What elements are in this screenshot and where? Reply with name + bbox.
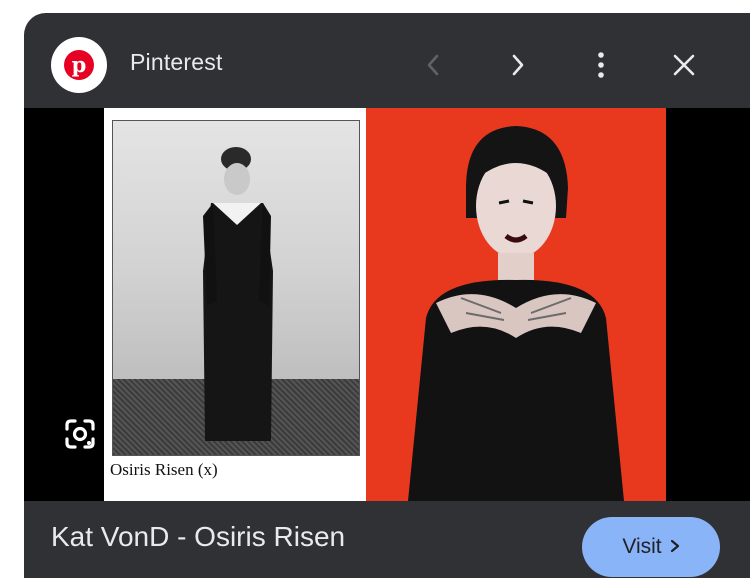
previous-button[interactable] <box>412 43 456 87</box>
chevron-right-icon <box>670 535 680 559</box>
vintage-photo <box>112 120 360 456</box>
viewer-header: p Pinterest <box>24 13 750 108</box>
viewer-footer: Kat VonD - Osiris Risen Visit <box>24 501 750 578</box>
close-icon <box>673 54 695 76</box>
chevron-left-icon <box>427 54 439 76</box>
more-options-button[interactable] <box>579 43 623 87</box>
pinterest-logo-letter: p <box>64 50 94 80</box>
pinterest-logo-icon[interactable]: p <box>51 37 107 93</box>
photo-caption: Osiris Risen (x) <box>110 460 218 479</box>
vintage-photo-panel: Osiris Risen (x) <box>104 108 366 501</box>
image-viewer-panel: p Pinterest Osiris Risen (x) Kat VonD - … <box>24 13 750 578</box>
google-lens-icon <box>65 419 95 449</box>
portrait-figure <box>408 126 624 501</box>
google-lens-button[interactable] <box>58 412 102 456</box>
source-site-name[interactable]: Pinterest <box>130 49 223 76</box>
portrait-photo-panel <box>366 108 666 501</box>
more-vert-icon <box>598 52 604 78</box>
chevron-right-icon <box>512 54 524 76</box>
visit-button[interactable]: Visit <box>582 517 720 577</box>
visit-button-label: Visit <box>622 535 662 558</box>
next-button[interactable] <box>495 43 539 87</box>
result-title[interactable]: Kat VonD - Osiris Risen <box>51 521 345 553</box>
close-button[interactable] <box>662 43 706 87</box>
preview-image[interactable]: Osiris Risen (x) <box>24 108 750 501</box>
standing-figure <box>203 147 273 441</box>
